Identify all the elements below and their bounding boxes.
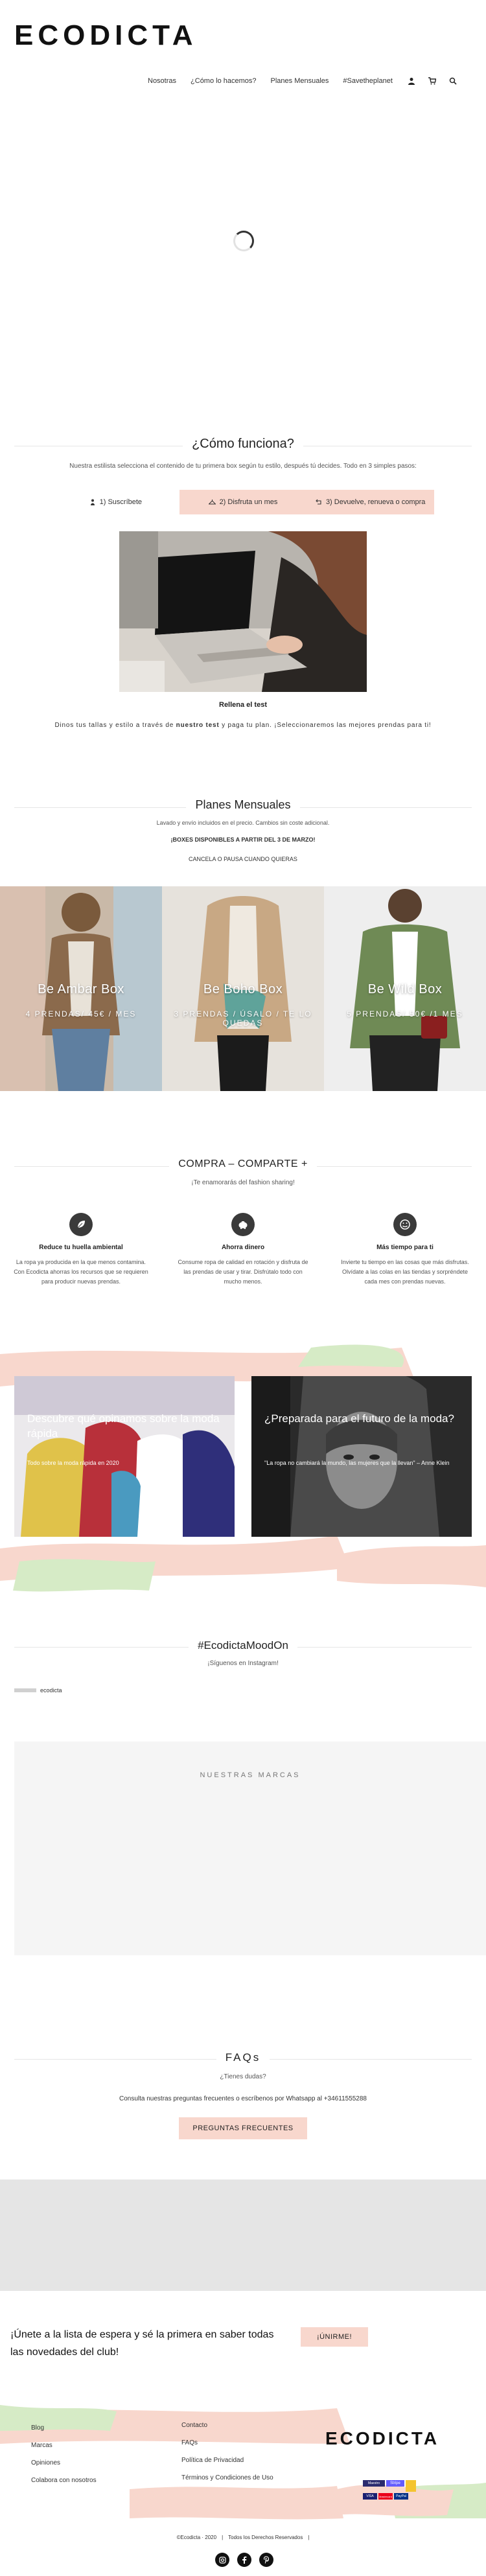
- feature-title: Ahorra dinero: [221, 1244, 265, 1251]
- insta-logo-icon: [14, 1688, 36, 1692]
- plan-price: 5 PRENDAS/ 50€ /1 MES: [347, 1009, 463, 1018]
- smile-icon: [393, 1213, 417, 1236]
- plan-price: 4 PRENDAS/ 45€ / MES: [25, 1009, 137, 1018]
- nav-nosotras[interactable]: Nosotras: [148, 77, 176, 85]
- step-label: 1) Suscríbete: [99, 498, 143, 506]
- caption-title: Rellena el test: [219, 701, 267, 709]
- card-subtitle: Todo sobre la moda rápida en 2020: [27, 1460, 119, 1466]
- step-suscribete[interactable]: 1) Suscríbete: [52, 490, 179, 514]
- plan-name: Be Boho Box: [203, 982, 283, 996]
- mastercard-logo: Mastercard: [378, 2493, 393, 2500]
- step-label: 2) Disfruta un mes: [219, 498, 278, 506]
- visa-logo: VISA: [363, 2493, 377, 2500]
- user-icon[interactable]: [407, 76, 416, 86]
- facebook-icon[interactable]: [237, 2553, 251, 2567]
- feature-ahorra: Ahorra dinero Consume ropa de calidad en…: [162, 1213, 324, 1287]
- leaf-icon: [69, 1213, 93, 1236]
- faq-text: Consulta nuestras preguntas frecuentes o…: [119, 2095, 367, 2102]
- loading-spinner: [233, 231, 254, 251]
- footer-col1: Blog Marcas Opiniones Colabora con nosot…: [31, 2424, 97, 2484]
- compra-subtitle: ¡Te enamorarás del fashion sharing!: [191, 1179, 295, 1186]
- return-icon: [316, 499, 321, 505]
- feature-text: Invierte tu tiempo en las cosas que más …: [341, 1259, 469, 1285]
- payment-methods: Maestro Stripe VISA Mastercard PayPal: [363, 2480, 421, 2500]
- instagram-icon[interactable]: [215, 2553, 229, 2567]
- laptop-photo: [119, 531, 367, 692]
- card-subtitle: "La ropa no cambiará la mundo, las mujer…: [264, 1460, 450, 1466]
- site-logo[interactable]: ECODICTA: [14, 19, 198, 52]
- cart-icon[interactable]: [428, 76, 437, 86]
- planes-line2: ¡BOXES DISPONIBLES A PARTIR DEL 3 DE MAR…: [170, 836, 316, 843]
- join-button[interactable]: ¡ÚNIRME!: [301, 2327, 368, 2347]
- footer-link-contacto[interactable]: Contacto: [181, 2422, 273, 2429]
- stripe-logo: Stripe: [386, 2480, 404, 2487]
- footer-col2: Contacto FAQs Política de Privacidad Tér…: [181, 2422, 273, 2481]
- footer-link-marcas[interactable]: Marcas: [31, 2442, 97, 2449]
- footer-link-opiniones[interactable]: Opiniones: [31, 2459, 97, 2467]
- card-photo: [251, 1376, 472, 1537]
- blog-card-moda-rapida[interactable]: Descubre qué opinamos sobre la moda rápi…: [14, 1376, 235, 1537]
- pinterest-icon[interactable]: [259, 2553, 273, 2567]
- footer-link-faqs[interactable]: FAQs: [181, 2439, 273, 2446]
- feature-reduce: Reduce tu huella ambiental La ropa ya pr…: [0, 1213, 162, 1287]
- test-link[interactable]: nuestro test: [176, 722, 220, 729]
- nav-planes-mensuales[interactable]: Planes Mensuales: [271, 77, 329, 85]
- faq-question: ¿Tienes dudas?: [220, 2073, 266, 2080]
- planes-line1: Lavado y envío incluidos en el precio. C…: [156, 820, 330, 826]
- waitlist-text: ¡Únete a la lista de espera y sé la prim…: [10, 2329, 274, 2358]
- search-icon[interactable]: [448, 76, 457, 86]
- person-icon: [90, 499, 95, 505]
- feature-title: Reduce tu huella ambiental: [39, 1244, 123, 1251]
- plan-card-wild[interactable]: Be Wild Box 5 PRENDAS/ 50€ /1 MES: [324, 886, 486, 1091]
- footer-logo[interactable]: ECODICTA: [325, 2428, 439, 2449]
- paypal-logo: PayPal: [394, 2493, 408, 2500]
- faq-button[interactable]: PREGUNTAS FRECUENTES: [179, 2117, 307, 2139]
- footer-link-privacidad[interactable]: Política de Privacidad: [181, 2457, 273, 2464]
- footer-link-blog[interactable]: Blog: [31, 2424, 97, 2432]
- feature-text: Consume ropa de calidad en rotación y di…: [178, 1259, 308, 1285]
- nav-como-lo-hacemos[interactable]: ¿Cómo lo hacemos?: [191, 77, 257, 85]
- piggy-bank-icon: [231, 1213, 255, 1236]
- section-title-faq: FAQs: [216, 2051, 270, 2064]
- step-disfruta[interactable]: 2) Disfruta un mes: [179, 490, 307, 514]
- social-links: [215, 2553, 273, 2567]
- feature-title: Más tiempo para ti: [376, 1244, 434, 1251]
- nav-savetheplanet[interactable]: #Savetheplanet: [343, 77, 392, 85]
- steps-tabs: 1) Suscríbete 2) Disfruta un mes 3) Devu…: [52, 490, 435, 514]
- blog-card-futuro-moda[interactable]: ¿Preparada para el futuro de la moda? "L…: [251, 1376, 472, 1537]
- section-title-planes: Planes Mensuales: [186, 798, 300, 812]
- plan-card-ambar[interactable]: Be Ambar Box 4 PRENDAS/ 45€ / MES: [0, 886, 162, 1091]
- planes-line3: CANCELA O PAUSA CUANDO QUIERAS: [189, 856, 297, 862]
- card-title: ¿Preparada para el futuro de la moda?: [264, 1412, 454, 1425]
- insta-subtitle: ¡Síguenos en Instagram!: [207, 1660, 279, 1667]
- footer-link-terminos[interactable]: Términos y Condiciones de Uso: [181, 2474, 273, 2481]
- hanger-icon: [208, 500, 216, 505]
- plan-name: Be Ambar Box: [38, 982, 124, 996]
- plan-card-boho[interactable]: Be Boho Box 3 PRENDAS / ÚSALO / TE LO QU…: [162, 886, 324, 1091]
- brands-title: NUESTRAS MARCAS: [200, 1771, 301, 1779]
- feature-text: La ropa ya producida en la que menos con…: [14, 1259, 148, 1285]
- copyright: ©Ecodicta · 2020 | Todos los Derechos Rese…: [176, 2535, 310, 2540]
- plan-price: 3 PRENDAS / ÚSALO / TE LO QUEDAS: [174, 1009, 312, 1028]
- footer-link-colabora[interactable]: Colabora con nosotros: [31, 2477, 97, 2484]
- maestro-logo: Maestro: [363, 2480, 385, 2487]
- step-devuelve[interactable]: 3) Devuelve, renueva o compra: [307, 490, 435, 514]
- main-nav: Nosotras ¿Cómo lo hacemos? Planes Mensua…: [148, 76, 469, 86]
- waitlist-banner: [0, 2179, 486, 2291]
- lock-badge-icon: [406, 2480, 416, 2492]
- plan-name: Be Wild Box: [367, 982, 443, 996]
- card-title: Descubre qué opinamos sobre la moda rápi…: [27, 1412, 220, 1440]
- card-photo: [14, 1376, 235, 1537]
- section-title-compra: COMPRA – COMPARTE +: [169, 1158, 317, 1170]
- step-label: 3) Devuelve, renueva o compra: [325, 498, 426, 506]
- section-title-instagram: #EcodictaMoodOn: [189, 1639, 297, 1652]
- caption-text: Dinos tus tallas y estilo a través de nu…: [54, 722, 432, 729]
- insta-handle[interactable]: ecodicta: [14, 1687, 62, 1694]
- section-title-como-funciona: ¿Cómo funciona?: [183, 437, 303, 452]
- como-intro: Nuestra estilista selecciona el contenid…: [69, 463, 417, 470]
- feature-tiempo: Más tiempo para ti Invierte tu tiempo en…: [324, 1213, 486, 1287]
